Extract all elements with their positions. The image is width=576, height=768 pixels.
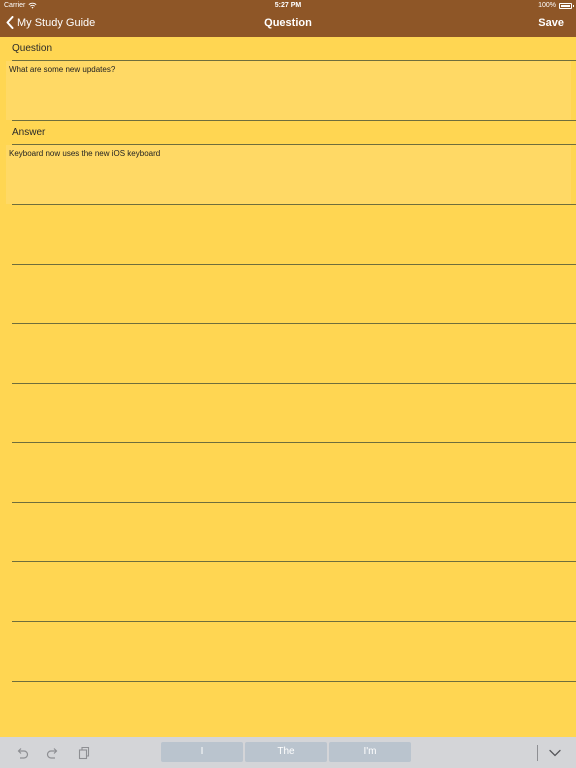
battery-icon: [559, 2, 574, 9]
chevron-down-icon: [549, 749, 561, 757]
undo-button[interactable]: [14, 745, 30, 761]
answer-label: Answer: [12, 127, 46, 138]
ruled-line: [12, 204, 576, 205]
suggestion-item[interactable]: I: [161, 742, 243, 762]
redo-button[interactable]: [45, 745, 61, 761]
status-bar: Carrier 5:27 PM 100%: [0, 0, 576, 12]
undo-icon: [17, 748, 29, 759]
status-right: 100%: [538, 2, 574, 9]
ruled-line: [12, 323, 576, 324]
ruled-line: [12, 442, 576, 443]
suggestion-item[interactable]: The: [245, 742, 327, 762]
question-input[interactable]: What are some new updates?: [6, 61, 571, 120]
dismiss-keyboard-button[interactable]: [547, 745, 563, 761]
save-button[interactable]: Save: [538, 17, 564, 29]
ruled-line: [12, 264, 576, 265]
status-time: 5:27 PM: [274, 2, 302, 9]
keyboard-shortcut-bar: I The I'm: [0, 737, 576, 768]
suggestion-item[interactable]: I'm: [329, 742, 411, 762]
paste-icon: [78, 746, 90, 760]
battery-percent: 100%: [538, 2, 556, 9]
question-field-divider: [12, 120, 576, 121]
back-button[interactable]: My Study Guide: [6, 16, 95, 29]
back-button-label: My Study Guide: [17, 16, 96, 29]
toolbar-divider: [537, 745, 538, 761]
ruled-line: [12, 383, 576, 384]
ruled-line: [12, 502, 576, 503]
navigation-bar: My Study Guide Question Save: [0, 12, 576, 37]
paste-button[interactable]: [76, 745, 92, 761]
ruled-line: [12, 621, 576, 622]
top-bar: Carrier 5:27 PM 100% My Study Guide Ques…: [0, 0, 576, 37]
answer-input[interactable]: Keyboard now uses the new iOS keyboard: [6, 145, 571, 204]
redo-icon: [46, 748, 58, 759]
ruled-line: [12, 561, 576, 562]
question-label: Question: [12, 43, 53, 54]
ruled-line: [12, 681, 576, 682]
chevron-left-icon: [6, 16, 14, 29]
